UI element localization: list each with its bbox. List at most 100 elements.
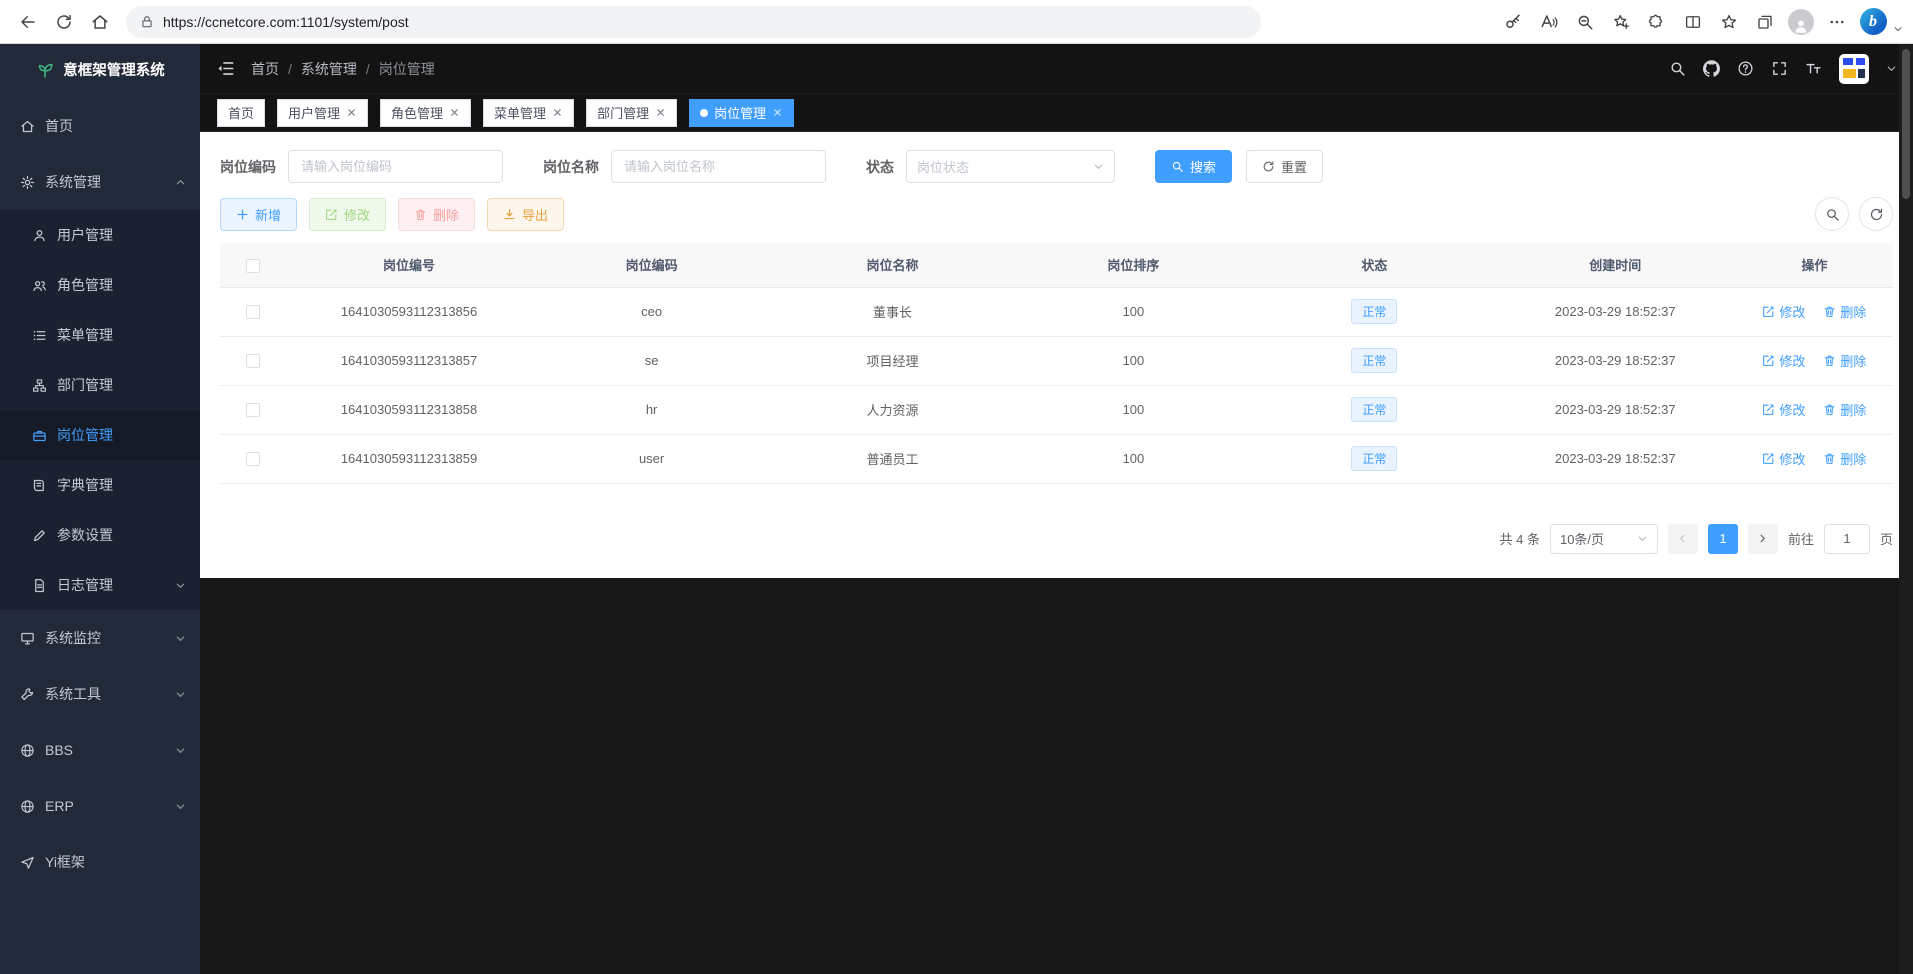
refresh-table-button[interactable]	[1859, 197, 1893, 231]
search-button[interactable]: 搜索	[1155, 150, 1232, 183]
home-icon	[20, 119, 35, 134]
row-delete-button[interactable]: 删除	[1823, 302, 1866, 321]
briefcase-icon	[32, 428, 47, 443]
tags-view-bar: 首页用户管理角色管理菜单管理 部门管理 岗位管理	[200, 94, 1913, 132]
reset-button[interactable]: 重置	[1246, 150, 1323, 183]
refresh-icon	[1262, 160, 1275, 173]
extensions-button[interactable]	[1639, 5, 1675, 39]
close-icon[interactable]	[552, 107, 563, 118]
page-1-button[interactable]: 1	[1708, 524, 1738, 554]
github-icon[interactable]	[1703, 60, 1720, 77]
tab-post-management[interactable]: 岗位管理	[689, 99, 794, 127]
sidebar-item-bbs[interactable]: BBS	[0, 722, 200, 778]
breadcrumb-home[interactable]: 首页	[251, 59, 279, 79]
browser-home-button[interactable]	[82, 5, 118, 39]
zoom-button[interactable]	[1567, 5, 1603, 39]
status-select[interactable]: 岗位状态	[906, 150, 1115, 183]
row-edit-button[interactable]: 修改	[1762, 351, 1805, 370]
row-edit-button[interactable]: 修改	[1762, 400, 1805, 419]
tab-menu-management[interactable]: 菜单管理	[483, 99, 574, 127]
refresh-icon	[55, 13, 73, 31]
add-favorite-button[interactable]	[1603, 5, 1639, 39]
post-code-input[interactable]	[288, 150, 503, 183]
browser-menu-button[interactable]	[1819, 5, 1855, 39]
add-button[interactable]: 新增	[220, 198, 297, 231]
doc-icon	[32, 578, 47, 593]
sidebar-item-role-management[interactable]: 角色管理	[0, 260, 200, 310]
tab-home[interactable]: 首页	[217, 99, 265, 127]
row-checkbox[interactable]	[246, 354, 260, 368]
sidebar-item-erp[interactable]: ERP	[0, 778, 200, 834]
toolbar-overflow-chevron[interactable]	[1893, 24, 1903, 34]
collections-button[interactable]	[1747, 5, 1783, 39]
next-page-button[interactable]	[1748, 524, 1778, 554]
row-edit-label: 修改	[1779, 449, 1805, 468]
sidebar-item-log-management[interactable]: 日志管理	[0, 560, 200, 610]
sidebar-item-param-settings[interactable]: 参数设置	[0, 510, 200, 560]
split-screen-button[interactable]	[1675, 5, 1711, 39]
sidebar-item-dept-management[interactable]: 部门管理	[0, 360, 200, 410]
row-edit-button[interactable]: 修改	[1762, 302, 1805, 321]
row-edit-button[interactable]: 修改	[1762, 449, 1805, 468]
sidebar-item-menu-management[interactable]: 菜单管理	[0, 310, 200, 360]
sidebar-item-user-management[interactable]: 用户管理	[0, 210, 200, 260]
goto-page-input[interactable]	[1824, 524, 1870, 554]
tab-role-management[interactable]: 角色管理	[380, 99, 471, 127]
browser-refresh-button[interactable]	[46, 5, 82, 39]
tab-dept-management[interactable]: 部门管理	[586, 99, 677, 127]
row-checkbox[interactable]	[246, 403, 260, 417]
scrollbar-thumb[interactable]	[1902, 49, 1910, 199]
password-key-button[interactable]	[1495, 5, 1531, 39]
app-logo[interactable]: 意框架管理系统	[0, 44, 200, 94]
sidebar-item-home[interactable]: 首页	[0, 98, 200, 154]
export-button[interactable]: 导出	[487, 198, 564, 231]
sidebar-item-post-management[interactable]: 岗位管理	[0, 410, 200, 460]
user-menu-chevron-icon[interactable]	[1886, 63, 1897, 74]
favorites-button[interactable]	[1711, 5, 1747, 39]
sidebar-item-system-monitor[interactable]: 系统监控	[0, 610, 200, 666]
url-input[interactable]	[163, 14, 1163, 30]
page-size-select[interactable]: 10条/页	[1550, 524, 1658, 554]
header-search-icon[interactable]	[1669, 60, 1686, 77]
fullscreen-icon[interactable]	[1771, 60, 1788, 77]
row-delete-button[interactable]: 删除	[1823, 449, 1866, 468]
breadcrumb-system[interactable]: 系统管理	[301, 59, 357, 79]
person-icon	[1792, 17, 1810, 35]
select-all-checkbox[interactable]	[246, 259, 260, 273]
sidebar-toggle-icon[interactable]	[216, 59, 235, 78]
read-aloud-button[interactable]	[1531, 5, 1567, 39]
edit-button[interactable]: 修改	[309, 198, 386, 231]
close-icon[interactable]	[449, 107, 460, 118]
user-avatar[interactable]	[1839, 54, 1869, 84]
row-delete-button[interactable]: 删除	[1823, 400, 1866, 419]
sidebar-item-yi-framework[interactable]: Yi框架	[0, 834, 200, 890]
bing-copilot-button[interactable]: b	[1855, 5, 1891, 39]
browser-back-button[interactable]	[10, 5, 46, 39]
chevron-down-icon	[175, 745, 186, 756]
sidebar-item-system-management[interactable]: 系统管理	[0, 154, 200, 210]
row-checkbox[interactable]	[246, 452, 260, 466]
close-icon[interactable]	[655, 107, 666, 118]
row-delete-button[interactable]: 删除	[1823, 351, 1866, 370]
page-scrollbar[interactable]	[1899, 44, 1913, 974]
row-checkbox[interactable]	[246, 305, 260, 319]
delete-button[interactable]: 删除	[398, 198, 475, 231]
site-info-lock-icon	[140, 15, 154, 29]
bing-icon: b	[1860, 8, 1887, 35]
toggle-search-button[interactable]	[1815, 197, 1849, 231]
post-code-cell: user	[531, 434, 772, 483]
help-icon[interactable]	[1737, 60, 1754, 77]
prev-page-button[interactable]	[1668, 524, 1698, 554]
close-icon[interactable]	[772, 107, 783, 118]
tab-label: 部门管理	[597, 103, 649, 122]
font-size-icon[interactable]	[1805, 60, 1822, 77]
sidebar-item-system-tools[interactable]: 系统工具	[0, 666, 200, 722]
chevron-up-icon	[175, 177, 186, 188]
tab-user-management[interactable]: 用户管理	[277, 99, 368, 127]
browser-profile-button[interactable]	[1783, 5, 1819, 39]
close-icon[interactable]	[346, 107, 357, 118]
post-name-input[interactable]	[611, 150, 826, 183]
chevron-down-icon	[1093, 161, 1104, 172]
sidebar-item-dict-management[interactable]: 字典管理	[0, 460, 200, 510]
address-bar[interactable]	[126, 6, 1261, 38]
